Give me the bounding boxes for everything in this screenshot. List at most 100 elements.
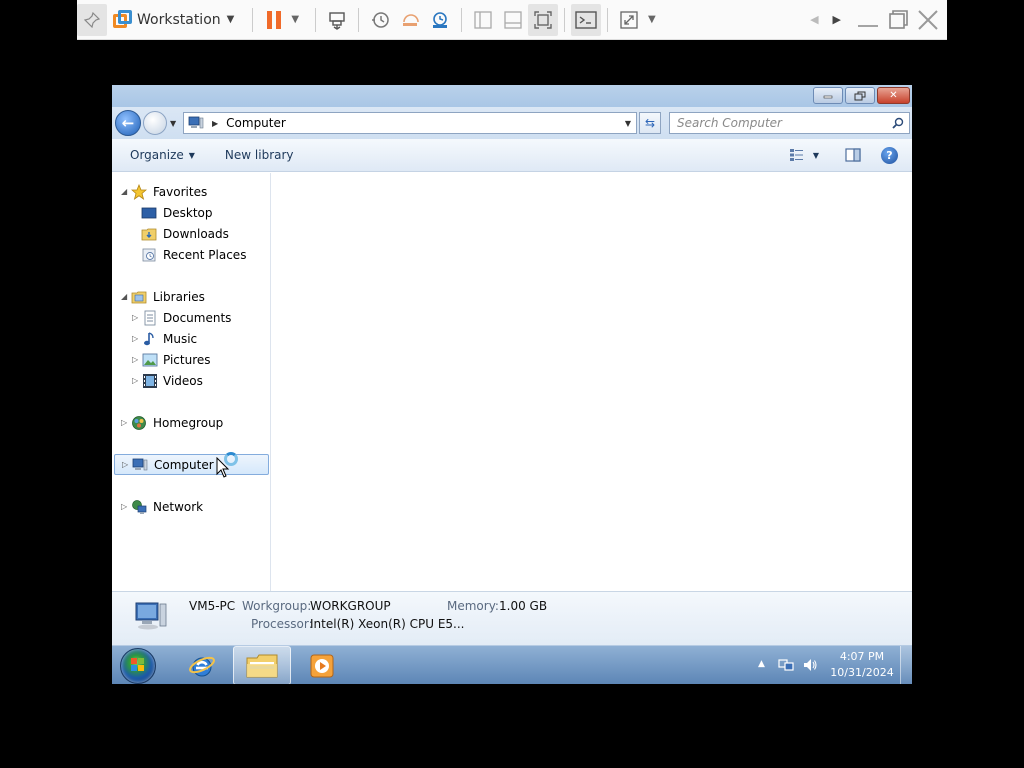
nav-item-favorites[interactable]: ◢ Favorites [112,181,270,202]
separator [252,7,254,32]
nav-label: Network [153,499,204,514]
action-center-icon[interactable] [778,657,794,684]
start-button[interactable] [120,648,156,684]
snapshot-icon[interactable] [365,4,395,36]
homegroup-icon [131,415,147,431]
taskbar-internet-explorer[interactable] [173,646,231,684]
nav-item-documents[interactable]: ▷ Documents [112,307,270,328]
expanded-arrow-icon[interactable]: ◢ [121,292,127,301]
collapsed-arrow-icon[interactable]: ▷ [132,376,138,385]
music-icon [142,331,158,347]
taskbar-windows-explorer[interactable] [233,646,291,684]
window-close-button[interactable]: ✕ [877,87,910,104]
nav-item-downloads[interactable]: Downloads [112,223,270,244]
taskbar-media-player[interactable] [293,646,351,684]
recent-pages-dropdown[interactable]: ▼ [170,119,176,128]
collapsed-arrow-icon[interactable]: ▷ [132,334,138,343]
collapsed-arrow-icon[interactable]: ▷ [132,355,138,364]
search-input[interactable]: Search Computer [669,112,910,134]
command-bar: Organize ▼ New library ▼ ? [112,139,912,172]
separator [564,7,566,32]
close-icon[interactable] [913,4,943,36]
window-minimize-button[interactable] [813,87,843,104]
clock-time: 4:07 PM [839,650,885,663]
nav-label: Favorites [153,184,208,199]
nav-label: Libraries [153,289,205,304]
show-desktop-button[interactable] [900,646,912,684]
restore-icon[interactable] [883,4,913,36]
pc-name: VM5-PC [189,599,236,613]
nav-item-videos[interactable]: ▷ Videos [112,370,270,391]
collapsed-arrow-icon[interactable]: ▷ [132,313,138,322]
preview-pane-icon[interactable] [845,148,861,162]
nav-item-homegroup[interactable]: ▷ Homegroup [112,412,270,433]
nav-item-libraries[interactable]: ◢ Libraries [112,286,270,307]
full-screen-icon[interactable] [528,3,559,36]
send-ctrl-alt-del-icon[interactable] [322,4,352,36]
chevron-down-icon[interactable]: ▼ [291,14,299,25]
videos-icon [142,373,158,389]
search-placeholder: Search Computer [677,116,782,130]
breadcrumb-computer[interactable]: Computer [226,116,286,130]
revert-snapshot-icon[interactable] [395,4,425,36]
organize-button[interactable]: Organize ▼ [130,148,195,162]
vmware-logo-icon [113,9,133,30]
window-titlebar[interactable]: ✕ [112,85,912,107]
forward-button[interactable] [143,111,167,135]
details-pane: VM5-PC Workgroup: WORKGROUP Memory: 1.00… [112,591,912,645]
downloads-folder-icon [141,226,157,242]
nav-item-recent-places[interactable]: Recent Places [112,244,270,265]
star-icon [131,183,147,200]
address-bar-area: ← ▼ ▶ Computer ▼ ⇆ Search Computer [112,107,912,139]
collapsed-arrow-icon[interactable]: ▷ [122,460,128,469]
address-history-dropdown[interactable]: ▼ [625,119,631,128]
chevron-down-icon[interactable]: ▼ [813,151,819,160]
media-player-icon [308,652,336,680]
separator [461,7,463,32]
pause-button[interactable] [259,4,289,36]
snapshot-manager-icon[interactable] [425,4,455,36]
documents-icon [142,310,158,326]
stretch-guest-icon[interactable] [614,4,644,36]
refresh-button[interactable]: ⇆ [639,112,661,134]
nav-label: Downloads [163,226,229,241]
desktop-icon [141,205,157,221]
arrow-right-icon[interactable]: ▶ [833,13,841,26]
nav-item-computer[interactable]: ▷ Computer [114,454,269,475]
breadcrumb-separator-icon[interactable]: ▶ [212,119,218,128]
clock[interactable]: 4:07 PM 10/31/2024 [826,649,898,681]
chevron-down-icon[interactable]: ▼ [227,14,235,25]
expanded-arrow-icon[interactable]: ◢ [121,187,127,196]
recent-places-icon [141,247,157,263]
arrow-left-icon[interactable]: ◀ [810,13,818,26]
window-restore-button[interactable] [845,87,875,104]
change-view-icon[interactable] [789,148,805,162]
library-view-icon[interactable] [468,4,498,36]
collapsed-arrow-icon[interactable]: ▷ [121,418,127,427]
back-button[interactable]: ← [115,110,141,136]
folder-icon [245,652,279,680]
nav-label: Documents [163,310,232,325]
collapsed-arrow-icon[interactable]: ▷ [121,502,127,511]
volume-icon[interactable] [802,657,818,684]
nav-item-pictures[interactable]: ▷ Pictures [112,349,270,370]
processor-label: Processor: [251,617,313,631]
host-toolbar: Workstation ▼ ▼ ▼ ◀ ▶ [77,0,947,40]
thumbnail-bar-icon[interactable] [498,4,528,36]
minimize-icon[interactable] [853,4,883,36]
content-pane[interactable] [271,173,912,591]
separator [315,7,317,32]
processor-value: Intel(R) Xeon(R) CPU E5... [310,617,465,631]
console-icon[interactable] [571,3,602,36]
address-box[interactable]: ▶ Computer ▼ [183,112,637,134]
show-hidden-icons-button[interactable]: ▲ [758,659,765,684]
help-icon[interactable]: ? [881,146,898,164]
new-library-button[interactable]: New library [225,148,294,162]
nav-item-desktop[interactable]: Desktop [112,202,270,223]
chevron-down-icon[interactable]: ▼ [648,14,656,25]
pin-icon[interactable] [77,3,107,36]
host-title: Workstation [137,11,221,28]
taskbar: ▲ 4:07 PM 10/31/2024 [112,645,912,684]
nav-item-music[interactable]: ▷ Music [112,328,270,349]
nav-item-network[interactable]: ▷ Network [112,496,270,517]
